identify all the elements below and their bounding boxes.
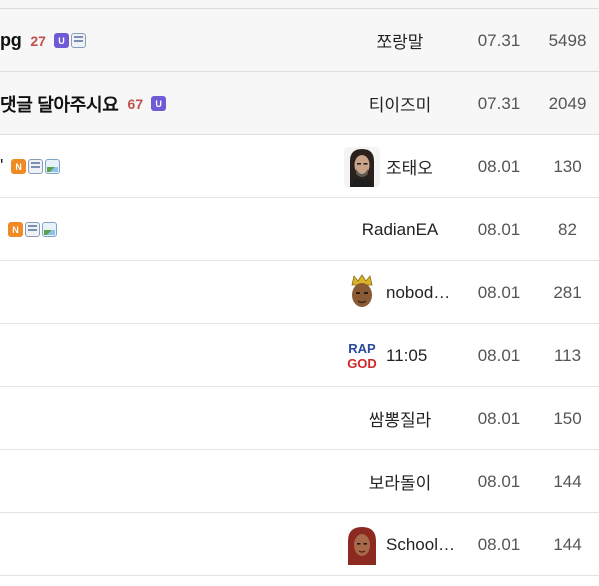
author[interactable]: RadianEA — [340, 198, 460, 261]
avatar-text-top: RAP — [348, 341, 376, 356]
author-name[interactable]: School… — [386, 535, 455, 555]
post-title-cell[interactable]: pg 27 U — [0, 9, 86, 72]
author[interactable]: 쪼랑말 — [340, 9, 460, 72]
author-name[interactable]: 티이즈미 — [369, 91, 432, 116]
author-name[interactable]: 쪼랑말 — [377, 28, 424, 53]
post-title-cell[interactable]: 댓글 달아주시요 67 U — [0, 72, 167, 135]
post-title-cell[interactable]: N — [0, 198, 57, 261]
view-count: 82 — [558, 219, 577, 239]
post-badges: U — [53, 33, 86, 48]
long-hair-man-avatar-icon[interactable] — [344, 146, 380, 187]
post-row[interactable]: N RadianEA 08.01 82 — [0, 198, 599, 261]
post-date: 08.01 — [477, 345, 521, 365]
board-top-strip — [0, 0, 599, 9]
post-title[interactable]: 댓글 달아주시요 — [0, 91, 119, 117]
post-badges: U — [151, 96, 167, 111]
crowned-man-avatar-icon[interactable] — [344, 272, 380, 313]
author[interactable]: School… — [344, 513, 464, 576]
file-attachment-icon — [25, 222, 40, 237]
post-row[interactable]: RAP GOD 11:05 08.01 113 — [0, 324, 599, 387]
author[interactable]: 쌈뽕질라 — [340, 387, 460, 450]
rap-god-avatar-icon[interactable]: RAP GOD — [344, 335, 380, 376]
new-badge-icon: N — [8, 222, 23, 237]
author[interactable]: nobod… — [344, 261, 464, 324]
updated-badge-icon: U — [53, 33, 69, 48]
view-count: 130 — [553, 156, 582, 176]
post-date: 08.01 — [477, 219, 521, 239]
post-date: 08.01 — [477, 156, 521, 176]
avatar-text-bottom: GOD — [347, 356, 377, 371]
author-name[interactable]: nobod… — [386, 283, 450, 303]
view-count: 144 — [553, 471, 582, 491]
image-attachment-icon — [45, 159, 61, 174]
post-date: 07.31 — [477, 30, 521, 50]
author[interactable]: RAP GOD 11:05 — [344, 324, 464, 387]
comment-count[interactable]: 27 — [30, 33, 46, 49]
post-title[interactable]: pg — [0, 30, 22, 51]
post-date: 08.01 — [477, 534, 521, 554]
updated-badge-icon: U — [151, 96, 167, 111]
comment-count[interactable]: 67 — [128, 96, 144, 112]
view-count: 5498 — [548, 30, 587, 50]
post-title-cell[interactable]: ' N — [0, 135, 61, 198]
red-hair-woman-avatar-icon[interactable] — [344, 524, 380, 565]
view-count: 2049 — [548, 93, 587, 113]
author[interactable]: 조태오 — [344, 135, 464, 198]
post-date: 08.01 — [477, 408, 521, 428]
post-date: 08.01 — [477, 282, 521, 302]
post-list: pg 27 U 쪼랑말 07.31 5498 댓글 달아주시요 67 U 티이즈… — [0, 9, 599, 576]
post-badges: N — [8, 222, 57, 237]
post-row[interactable]: School… 08.01 144 — [0, 513, 599, 576]
author[interactable]: 보라돌이 — [340, 450, 460, 513]
author-name[interactable]: 조태오 — [386, 154, 433, 179]
author-name[interactable]: 쌈뽕질라 — [369, 406, 432, 431]
view-count: 113 — [553, 345, 582, 365]
view-count: 281 — [553, 282, 582, 302]
post-badges: N — [11, 159, 61, 174]
view-count: 144 — [553, 534, 582, 554]
post-date: 08.01 — [477, 471, 521, 491]
file-attachment-icon — [70, 33, 86, 48]
post-date: 07.31 — [477, 93, 521, 113]
file-attachment-icon — [28, 159, 44, 174]
new-badge-icon: N — [11, 159, 27, 174]
post-row[interactable]: 쌈뽕질라 08.01 150 — [0, 387, 599, 450]
post-row[interactable]: ' N 조태오 08.01 130 — [0, 135, 599, 198]
author-name[interactable]: 11:05 — [386, 346, 427, 366]
notice-row[interactable]: pg 27 U 쪼랑말 07.31 5498 — [0, 9, 599, 72]
image-attachment-icon — [42, 222, 57, 237]
post-row[interactable]: 보라돌이 08.01 144 — [0, 450, 599, 513]
post-row[interactable]: nobod… 08.01 281 — [0, 261, 599, 324]
post-title[interactable]: ' — [0, 156, 3, 177]
author[interactable]: 티이즈미 — [340, 72, 460, 135]
author-name[interactable]: 보라돌이 — [369, 469, 432, 494]
notice-row[interactable]: 댓글 달아주시요 67 U 티이즈미 07.31 2049 — [0, 72, 599, 135]
author-name[interactable]: RadianEA — [362, 220, 439, 240]
view-count: 150 — [553, 408, 582, 428]
